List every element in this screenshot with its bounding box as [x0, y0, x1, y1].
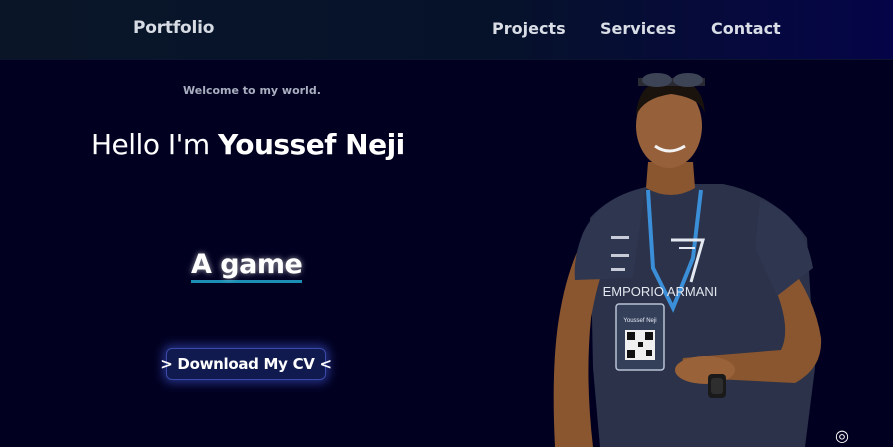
shirt-print-text: EMPORIO ARMANI	[603, 284, 718, 299]
navbar: Portfolio Projects Services Contact	[0, 0, 893, 60]
nav-link-services[interactable]: Services	[600, 19, 676, 38]
badge-name-text: Youssef Neji	[623, 318, 656, 324]
typed-role-text: A game	[191, 249, 303, 283]
refresh-icon: ◎	[835, 426, 849, 445]
owner-name: Youssef Neji	[218, 128, 405, 161]
profile-photo: Youssef Neji EMPORIO ARMANI ◎	[545, 68, 849, 447]
portfolio-page: Portfolio Projects Services Contact Welc…	[0, 0, 893, 447]
nav-link-projects[interactable]: Projects	[492, 19, 566, 38]
hero-heading: Hello I'm Youssef Neji	[91, 128, 405, 161]
nav-link-contact[interactable]: Contact	[711, 19, 781, 38]
brand-logo[interactable]: Portfolio	[133, 18, 214, 38]
profile-photo-illustration: Youssef Neji EMPORIO ARMANI	[553, 73, 822, 447]
download-cv-button[interactable]: > Download My CV <	[160, 348, 332, 380]
welcome-text: Welcome to my world.	[183, 84, 321, 97]
greeting-text: Hello I'm	[91, 128, 219, 161]
